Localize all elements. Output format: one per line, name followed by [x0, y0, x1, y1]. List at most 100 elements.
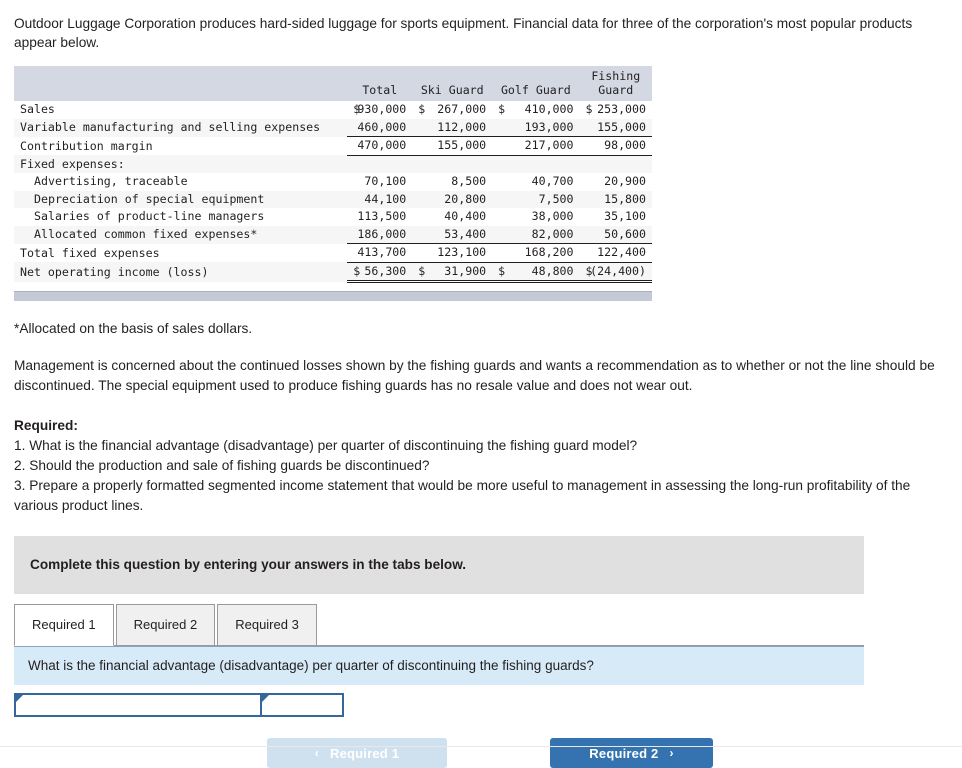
cell-ski-guard: 40,400 — [412, 208, 493, 226]
cell-total: $56,300 — [347, 262, 413, 283]
financial-data-table-wrapper: Total Ski Guard Golf Guard Fishing Guard… — [14, 66, 652, 283]
tab-required-1[interactable]: Required 1 — [14, 604, 114, 646]
cell-golf-guard: 193,000 — [492, 118, 580, 137]
table-footer-bar — [14, 291, 652, 301]
row-label: Net operating income (loss) — [14, 262, 348, 282]
table-row: Variable manufacturing and selling expen… — [14, 118, 652, 137]
cell-fishing-guard: 35,100 — [579, 208, 652, 226]
table-head: Total Ski Guard Golf Guard Fishing Guard — [14, 66, 652, 101]
tab-row: Required 1 Required 2 Required 3 — [14, 604, 864, 646]
cell-golf-guard: 82,000 — [492, 225, 580, 244]
currency-symbol: $ — [498, 263, 506, 278]
cell-golf-guard: 217,000 — [492, 136, 580, 156]
cell-marker-icon — [16, 695, 23, 702]
page-bottom-divider — [0, 746, 962, 747]
question-band: What is the financial advantage (disadva… — [14, 646, 864, 685]
cell-ski-guard: 155,000 — [412, 136, 493, 156]
row-label: Sales — [14, 101, 348, 119]
row-label: Salaries of product-line managers — [14, 208, 348, 226]
intro-paragraph: Outdoor Luggage Corporation produces har… — [14, 16, 913, 50]
cell-ski-guard: $267,000 — [412, 101, 493, 119]
table-row: Allocated common fixed expenses* 186,000 5… — [14, 225, 652, 244]
cell-total: 44,100 — [347, 190, 413, 208]
cell-total: 70,100 — [347, 173, 413, 191]
table-row: Net operating income (loss) $56,300 $31,90… — [14, 262, 652, 283]
row-label: Variable manufacturing and selling expen… — [14, 118, 348, 137]
cell-golf-guard — [492, 155, 580, 173]
cell-fishing-guard — [579, 155, 652, 173]
tab-label: Required 2 — [133, 617, 198, 632]
chevron-right-icon: › — [669, 746, 674, 760]
table-row: Total fixed expenses 413,700 123,100 168,20… — [14, 243, 652, 263]
cell-fishing-guard: 20,900 — [579, 173, 652, 191]
cell-ski-guard: 8,500 — [412, 173, 493, 191]
answer-value-cell[interactable] — [260, 693, 344, 717]
tab-required-3[interactable]: Required 3 — [217, 604, 317, 646]
cell-fishing-guard: 50,600 — [579, 225, 652, 244]
row-label: Total fixed expenses — [14, 243, 348, 262]
cell-golf-guard: 7,500 — [492, 190, 580, 208]
cell-ski-guard: 112,000 — [412, 118, 493, 137]
footnote-text: *Allocated on the basis of sales dollars… — [14, 321, 253, 336]
currency-symbol: $ — [418, 263, 426, 278]
cell-total: 113,500 — [347, 208, 413, 226]
cell-fishing-guard: 15,800 — [579, 190, 652, 208]
column-header-total: Total — [347, 66, 413, 101]
currency-symbol: $ — [353, 102, 361, 116]
table-row: Advertising, traceable 70,100 8,500 40,700 2… — [14, 173, 652, 191]
column-header-golf-guard: Golf Guard — [492, 66, 580, 101]
table-header-row: Total Ski Guard Golf Guard Fishing Guard — [14, 66, 652, 101]
currency-symbol: $ — [498, 102, 506, 116]
cell-total: $930,000 — [347, 101, 413, 119]
column-header-blank — [14, 66, 348, 101]
cell-total — [347, 155, 413, 173]
table-row: Salaries of product-line managers 113,500… — [14, 208, 652, 226]
required-block: Required: 1. What is the financial advan… — [14, 416, 954, 516]
cell-total: 460,000 — [347, 118, 413, 137]
cell-golf-guard: 168,200 — [492, 243, 580, 263]
currency-symbol: $ — [418, 102, 426, 116]
next-button-label: Required 2 — [589, 745, 659, 761]
question-page: Outdoor Luggage Corporation produces har… — [0, 14, 962, 768]
financial-data-table: Total Ski Guard Golf Guard Fishing Guard… — [14, 66, 652, 283]
currency-symbol: $ — [585, 263, 593, 278]
previous-button-label: Required 1 — [330, 745, 400, 761]
row-label: Allocated common fixed expenses* — [14, 225, 348, 244]
cell-total: 413,700 — [347, 243, 413, 263]
chevron-left-icon: ‹ — [314, 746, 319, 760]
cell-fishing-guard: 98,000 — [579, 136, 652, 156]
cell-ski-guard — [412, 155, 493, 173]
column-header-ski-guard: Ski Guard — [412, 66, 493, 101]
table-row: Depreciation of special equipment 44,100 2… — [14, 190, 652, 208]
management-paragraph: Management is concerned about the contin… — [14, 358, 935, 393]
cell-golf-guard: 40,700 — [492, 173, 580, 191]
table-body: Sales $930,000 $267,000 $410,000 $253,000 Var… — [14, 101, 652, 283]
table-row: Sales $930,000 $267,000 $410,000 $253,000 — [14, 101, 652, 119]
required-heading: Required: — [14, 418, 78, 433]
cell-marker-icon — [262, 695, 269, 702]
row-label: Depreciation of special equipment — [14, 190, 348, 208]
instruction-panel: Complete this question by entering your … — [14, 536, 864, 594]
column-header-fishing-guard: Fishing Guard — [579, 66, 652, 101]
next-required-button[interactable]: Required 2 › — [550, 738, 713, 768]
cell-fishing-guard: 122,400 — [579, 243, 652, 263]
cell-ski-guard: 123,100 — [412, 243, 493, 263]
cell-total: 470,000 — [347, 136, 413, 156]
currency-symbol: $ — [353, 263, 361, 278]
cell-fishing-guard: $ (24,400) — [579, 262, 652, 283]
cell-golf-guard: $410,000 — [492, 101, 580, 119]
required-item-2: 2. Should the production and sale of fis… — [14, 458, 430, 473]
cell-golf-guard: 38,000 — [492, 208, 580, 226]
navigation-buttons: ‹ Required 1 Required 2 › — [0, 738, 962, 768]
currency-symbol: $ — [585, 102, 593, 116]
tab-label: Required 3 — [235, 617, 299, 632]
answer-label-cell[interactable] — [14, 693, 262, 717]
row-label: Contribution margin — [14, 136, 348, 155]
required-item-1: 1. What is the financial advantage (disa… — [14, 438, 638, 453]
cell-golf-guard: $48,800 — [492, 262, 580, 283]
cell-total: 186,000 — [347, 225, 413, 244]
cell-fishing-guard: 155,000 — [579, 118, 652, 137]
previous-required-button[interactable]: ‹ Required 1 — [267, 738, 447, 768]
tab-required-2[interactable]: Required 2 — [115, 604, 216, 646]
cell-ski-guard: 53,400 — [412, 225, 493, 244]
